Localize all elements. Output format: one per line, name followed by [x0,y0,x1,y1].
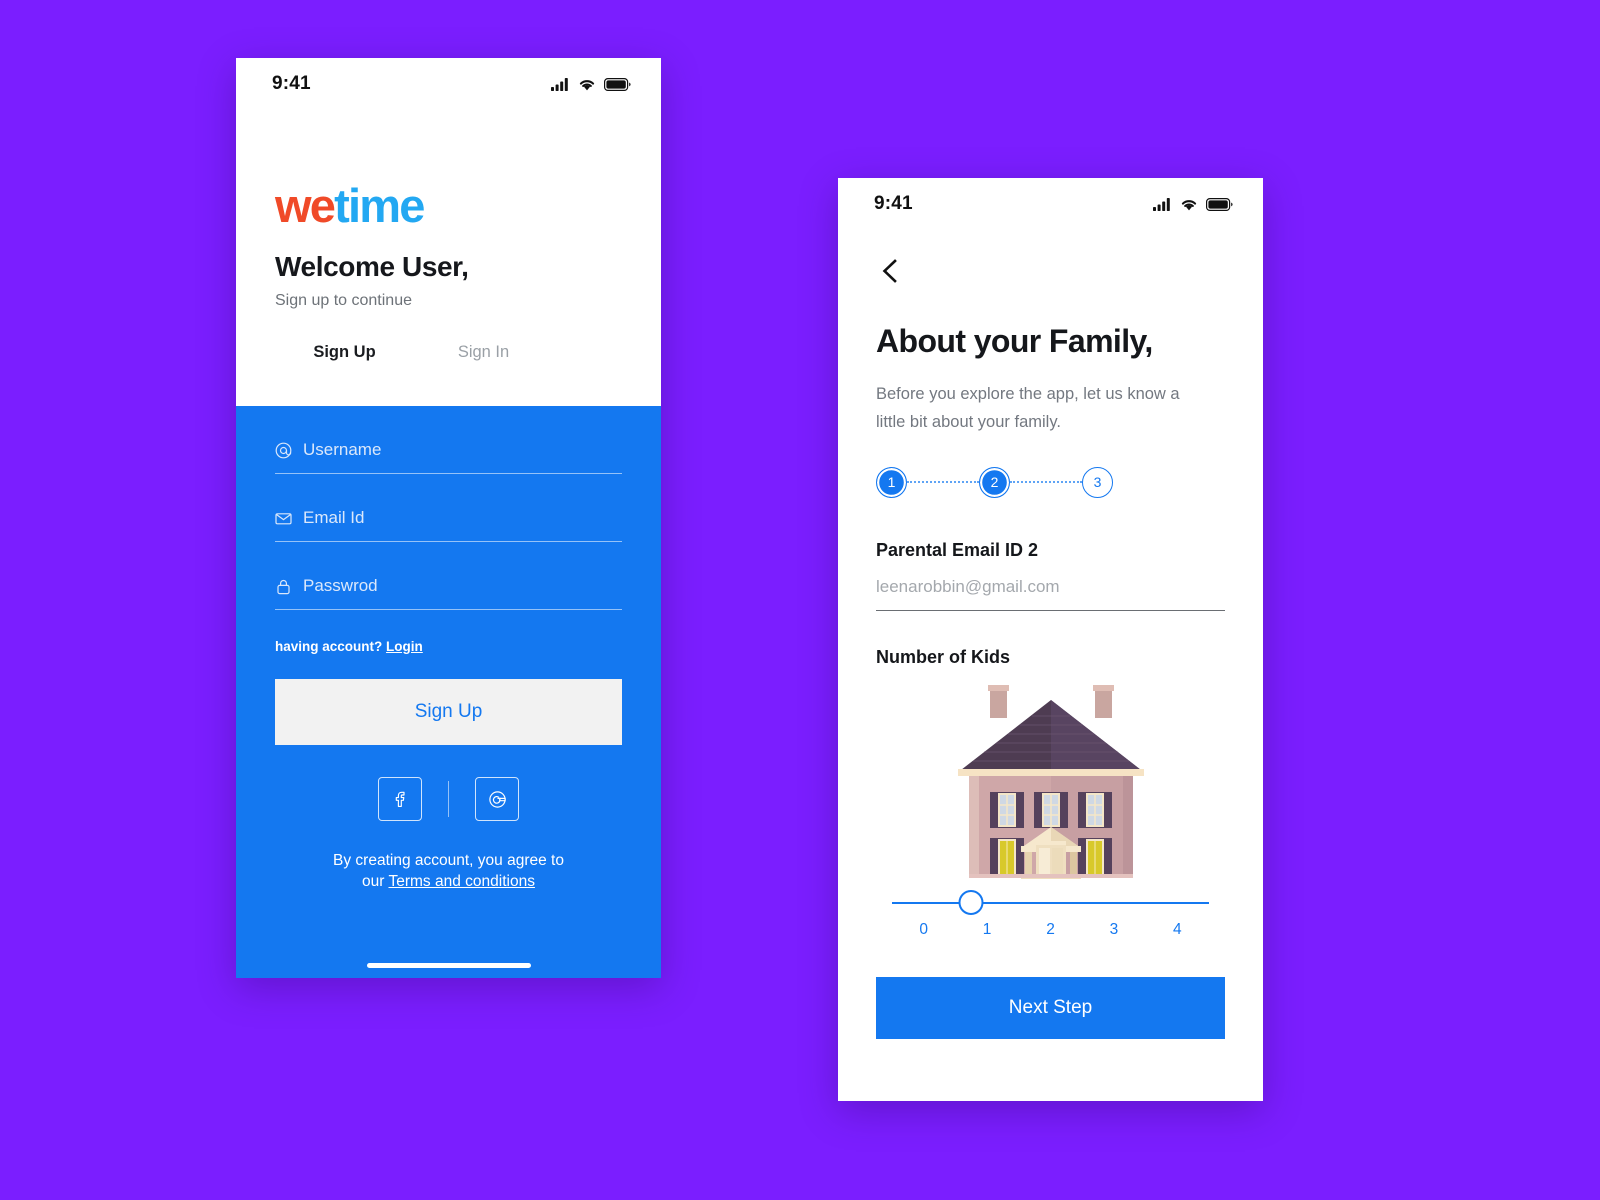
cellular-signal-icon [1153,197,1170,211]
username-input[interactable]: Username [275,440,622,473]
step-2[interactable]: 2 [979,466,1010,498]
step-connector-1 [907,481,979,484]
cellular-signal-icon [551,77,568,91]
password-field-group: Passwrod [275,542,622,610]
slider-tick-4[interactable]: 4 [1146,921,1209,939]
number-of-kids-label: Number of Kids [876,646,1011,667]
status-bar-time: 9:41 [272,73,311,94]
terms-and-conditions-link[interactable]: Terms and conditions [388,873,534,890]
welcome-subtitle: Sign up to continue [275,292,412,309]
username-placeholder: Username [303,440,382,459]
logo-text-time: time [334,179,425,232]
next-step-button[interactable]: Next Step [876,977,1225,1039]
status-bar: 9:41 [838,178,1263,230]
password-placeholder: Passwrod [303,576,378,595]
step-indicator: 1 2 3 [876,466,1113,498]
house-illustration [876,672,1225,884]
slider-thumb[interactable] [958,889,984,915]
battery-icon [604,77,631,91]
logo-text-we: we [275,179,336,232]
slider-tick-labels: 0 1 2 3 4 [892,921,1209,939]
page-title: About your Family, [876,323,1153,359]
lock-icon [275,578,292,595]
terms-line-two-prefix: our [362,872,389,890]
status-bar-time: 9:41 [874,193,913,214]
slider-tick-2[interactable]: 2 [1019,921,1082,939]
status-bar: 9:41 [236,58,661,110]
slider-track-row [892,889,1209,916]
envelope-icon [275,510,292,527]
email-input[interactable]: Email Id [275,508,622,541]
email-field-group: Email Id [275,474,622,542]
auth-tabs: Sign Up Sign In [275,343,622,382]
home-indicator [366,963,531,968]
sign-up-button[interactable]: Sign Up [275,679,622,745]
family-phone-screen: 9:41 About your Family, Before you explo… [838,178,1263,1101]
slider-tick-1[interactable]: 1 [955,921,1018,939]
step-1[interactable]: 1 [876,466,907,498]
chevron-left-icon[interactable] [876,256,906,286]
at-sign-icon [275,442,292,459]
signup-phone-screen: 9:41 wetime Welcome User, Sign up to con… [236,58,661,978]
wifi-icon [1181,199,1197,210]
password-input[interactable]: Passwrod [275,576,622,609]
parental-email-input[interactable]: leenarobbin@gmail.com [876,577,1225,611]
step-3[interactable]: 3 [1082,466,1113,498]
tab-sign-in[interactable]: Sign In [414,343,553,378]
facebook-login-button[interactable] [377,777,422,821]
step-connector-2 [1010,481,1082,484]
google-icon [489,790,506,808]
kids-slider[interactable]: 0 1 2 3 4 [876,889,1225,939]
have-account-text: having account? [275,639,383,654]
family-content: About your Family, Before you explore th… [838,230,1263,939]
username-field-group: Username [275,406,622,474]
tab-sign-up[interactable]: Sign Up [275,343,414,378]
login-link[interactable]: Login [386,639,423,654]
parental-email-label: Parental Email ID 2 [876,539,1039,560]
facebook-icon [395,791,405,807]
google-login-button[interactable] [475,777,520,821]
terms-line-one: By creating account, you agree to [333,852,564,869]
slider-tick-0[interactable]: 0 [892,921,955,939]
active-tab-indicator [342,378,410,382]
battery-icon [1206,197,1233,211]
password-underline [275,609,622,610]
slider-tick-3[interactable]: 3 [1082,921,1145,939]
terms-text: By creating account, you agree to our Te… [275,851,622,892]
welcome-title: Welcome User, [275,251,469,282]
social-divider [447,781,450,817]
status-bar-icons [551,77,631,91]
signup-header: wetime Welcome User, Sign up to continue… [236,182,661,382]
signup-form-panel: Username Email Id Passwrod having accoun… [236,406,661,978]
status-bar-icons [1153,197,1233,211]
have-account-row: having account? Login [275,639,622,654]
page-subtitle: Before you explore the app, let us know … [876,385,1180,432]
slider-track[interactable] [892,901,1209,904]
app-logo: wetime [275,182,622,229]
email-placeholder: Email Id [303,508,365,527]
wifi-icon [579,79,595,90]
social-login-row [275,777,622,821]
